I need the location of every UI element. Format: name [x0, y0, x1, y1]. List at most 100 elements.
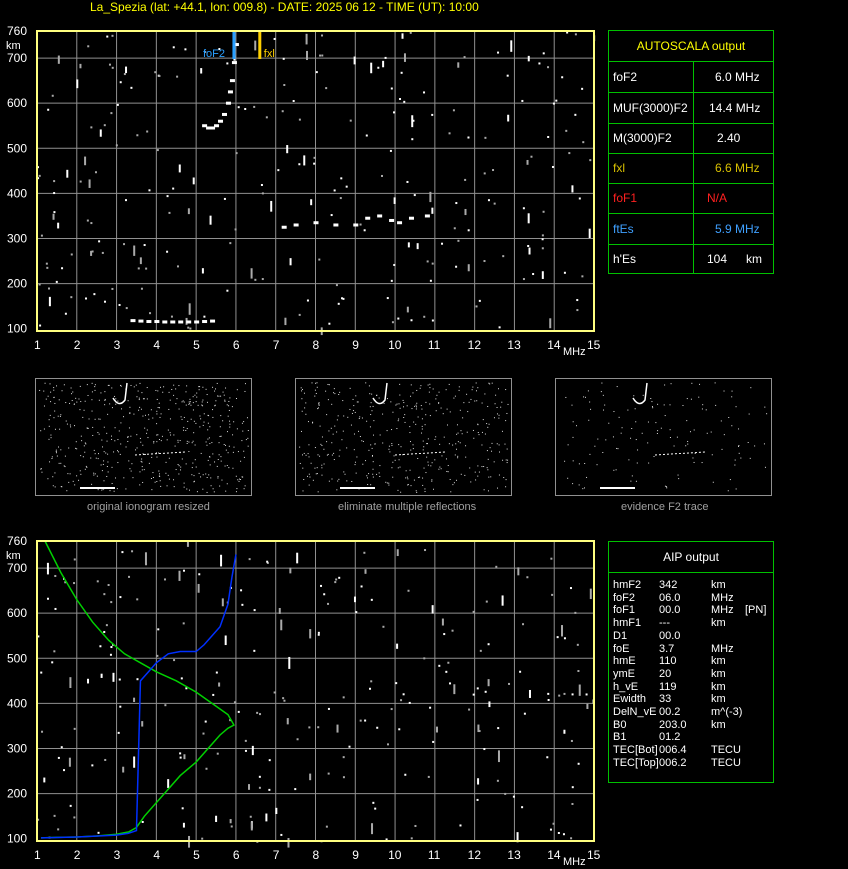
thumb-dot: [359, 416, 361, 418]
thumb-dot: [159, 473, 161, 475]
thumb-dot: [333, 452, 335, 454]
thumb-dot: [173, 434, 175, 436]
thumb-dot: [588, 419, 590, 421]
trace-point: [229, 79, 235, 83]
thumb-dot: [198, 389, 200, 391]
noise-speck: [123, 243, 126, 246]
thumb-dot: [457, 441, 459, 443]
noise-speck: [317, 633, 320, 636]
thumb-dot: [352, 398, 354, 400]
thumb-dot: [368, 385, 370, 387]
noise-speck: [292, 99, 295, 102]
thumb-dot: [217, 395, 219, 397]
x-tick-label: 6: [233, 338, 240, 352]
thumb-dot: [764, 466, 766, 468]
thumb-dot: [394, 459, 396, 461]
aip-param-label: DelN_vE: [613, 706, 657, 718]
thumb-dot: [144, 427, 146, 429]
thumb-dot: [228, 400, 230, 402]
thumb-dot: [226, 431, 228, 433]
thumb-dot: [474, 400, 476, 402]
thumb-dot: [669, 429, 671, 431]
noise-speck: [68, 757, 71, 767]
noise-speck: [46, 597, 49, 600]
y-tick-label: 600: [7, 606, 27, 620]
thumb-dot: [221, 479, 223, 481]
thumb-dot: [97, 432, 99, 434]
autoscala-row-fxl: fxl 6.6 MHz: [609, 153, 773, 184]
aip-param-value: 006.4: [659, 744, 687, 757]
thumb-dot: [206, 394, 208, 396]
thumb-dot: [416, 389, 418, 391]
thumb-dot: [50, 437, 52, 439]
noise-speck: [528, 689, 531, 698]
thumb-dot: [445, 389, 447, 391]
x-tick-label: 2: [74, 848, 81, 862]
thumb-dot: [216, 465, 218, 467]
thumb-dot: [370, 484, 372, 486]
thumb-dot: [396, 403, 398, 405]
thumb-dot: [200, 452, 202, 454]
thumb-dot: [168, 391, 170, 393]
noise-speck: [359, 223, 362, 226]
thumb-dot: [202, 386, 204, 388]
thumb-dot: [208, 437, 210, 439]
noise-speck: [578, 684, 581, 696]
thumb-dot: [91, 399, 93, 401]
thumb-dot: [300, 430, 302, 432]
thumb-dot: [590, 408, 592, 410]
trace-point: [194, 320, 200, 324]
thumb-dot: [388, 445, 390, 447]
thumb-dot: [140, 408, 142, 410]
thumb-dot: [43, 428, 45, 430]
row-value: 14.4 MHz: [709, 101, 761, 115]
noise-speck: [512, 795, 515, 798]
thumb-dot: [424, 488, 426, 490]
thumb-dot: [305, 413, 307, 415]
thumb-dot: [331, 442, 333, 444]
noise-speck: [387, 743, 390, 746]
fxl-marker: [258, 31, 262, 59]
noise-speck: [99, 645, 102, 648]
noise-speck: [402, 693, 405, 696]
thumb-dot: [215, 388, 217, 390]
thumb-dot: [113, 490, 115, 492]
thumb-dot: [247, 437, 249, 439]
thumb-dot: [728, 416, 730, 418]
thumb-dot: [326, 414, 328, 416]
thumb-dot: [350, 424, 352, 426]
thumb-dot: [653, 456, 655, 458]
thumb-dot: [424, 491, 426, 493]
thumb-dot: [158, 438, 160, 440]
thumb-dot: [584, 487, 586, 489]
thumb-dot: [481, 431, 483, 433]
thumb-dot: [505, 420, 507, 422]
thumb-dot: [302, 490, 304, 492]
thumb-dot: [220, 435, 222, 437]
thumb-dot: [156, 441, 158, 443]
noise-speck: [318, 258, 321, 261]
noise-speck: [216, 752, 219, 755]
thumb-dot: [413, 479, 415, 481]
aip-param-value: 203.0: [659, 718, 687, 731]
thumb-dot: [232, 434, 234, 436]
thumb-dot: [129, 412, 131, 414]
thumb-dot: [97, 489, 99, 491]
thumb-dot: [438, 391, 440, 393]
thumb-dot: [69, 402, 71, 404]
thumb-dot: [660, 427, 662, 429]
thumb-dot: [460, 473, 462, 475]
thumb-dot: [391, 429, 393, 431]
thumb-dot: [457, 457, 459, 459]
thumb-dot: [236, 428, 238, 430]
thumb-dot: [613, 469, 615, 471]
noise-speck: [298, 313, 301, 316]
thumb-dot: [203, 413, 205, 415]
thumb-dot: [436, 394, 438, 396]
thumb-dot: [159, 416, 161, 418]
noise-speck: [91, 764, 94, 767]
thumb-dot: [687, 443, 689, 445]
thumb-dot: [439, 466, 441, 468]
noise-speck: [365, 134, 368, 137]
ionogram-chart-top: foF2 fxl760700600500400300200100km1 2 3 4 5 6 7…: [6, 24, 600, 358]
